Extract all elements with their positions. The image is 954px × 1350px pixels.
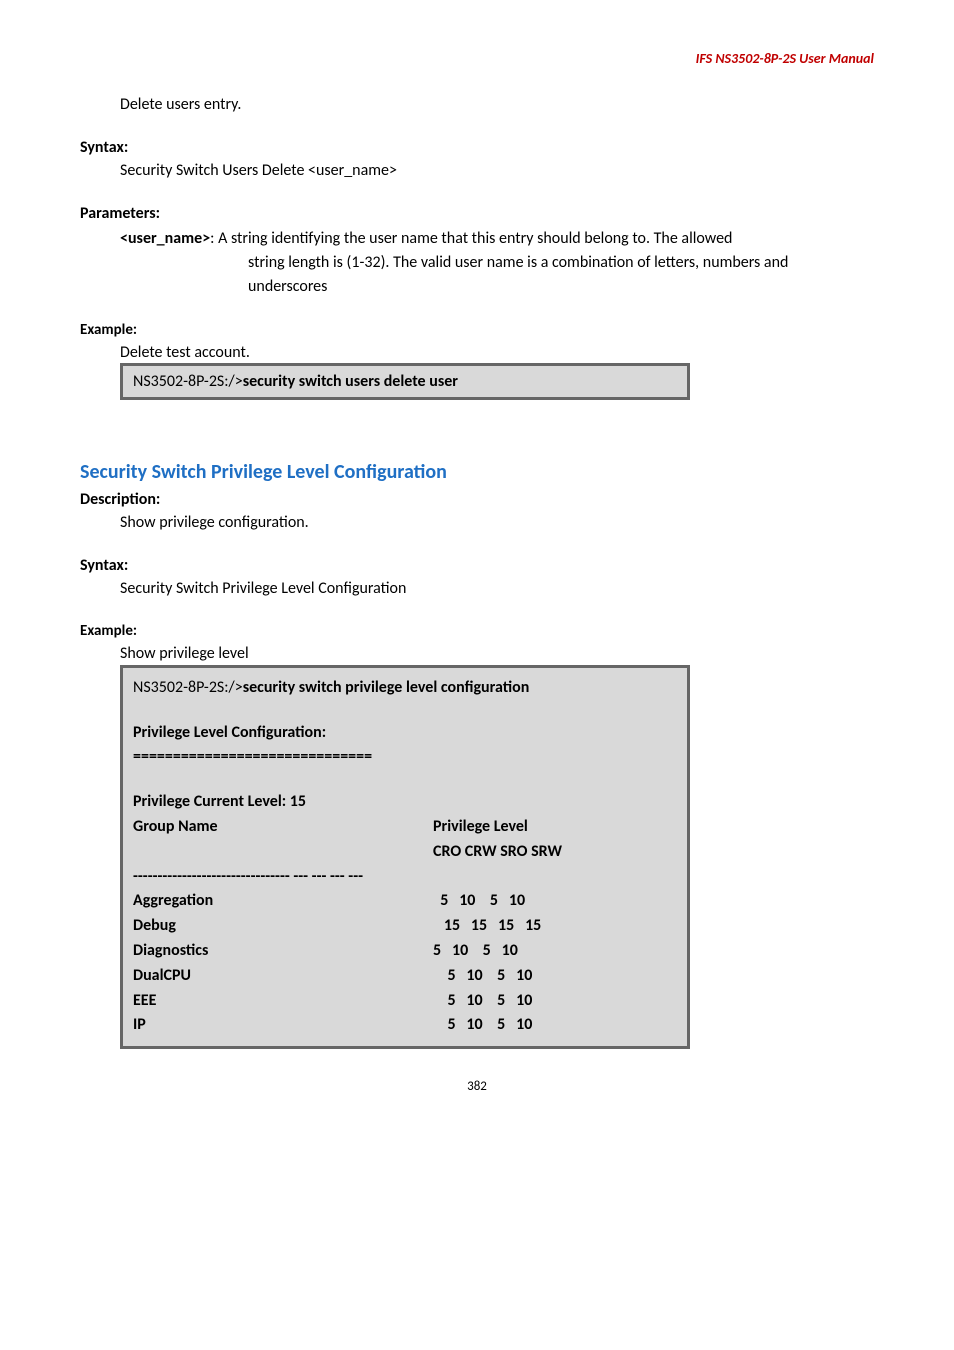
priv-heading-2: Privilege Current Level: 15 bbox=[133, 790, 677, 815]
table-row: Diagnostics 5 10 5 10 bbox=[133, 939, 677, 964]
example-label-2: Example: bbox=[80, 622, 874, 640]
col-group: Group Name bbox=[133, 815, 433, 840]
code-box-1: NS3502-8P-2S:/>security switch users del… bbox=[120, 363, 690, 400]
cmd-bold-1: security switch users delete user bbox=[243, 372, 458, 391]
example-text-2: Show privilege level bbox=[120, 644, 874, 665]
cmd-prefix-1: NS3502-8P-2S:/> bbox=[133, 372, 243, 391]
priv-dashline: -------------------------------- --- ---… bbox=[133, 865, 677, 890]
row-name: EEE bbox=[133, 989, 433, 1014]
section-title-2: Security Switch Privilege Level Configur… bbox=[80, 460, 874, 484]
row-vals: 5 10 5 10 bbox=[433, 1013, 677, 1038]
param-desc-1: : A string identifying the user name tha… bbox=[210, 229, 732, 248]
row-name: IP bbox=[133, 1013, 433, 1038]
syntax-label-2: Syntax: bbox=[80, 556, 874, 575]
page-number: 382 bbox=[80, 1079, 874, 1094]
table-row: DualCPU 5 10 5 10 bbox=[133, 964, 677, 989]
table-row: Aggregation 5 10 5 10 bbox=[133, 889, 677, 914]
cmd-prefix-2: NS3502-8P-2S:/> bbox=[133, 678, 243, 697]
description-text-2: Show privilege configuration. bbox=[120, 513, 874, 534]
row-name: Diagnostics bbox=[133, 939, 433, 964]
table-row: Debug 15 15 15 15 bbox=[133, 914, 677, 939]
row-name: Aggregation bbox=[133, 889, 433, 914]
row-vals: 5 10 5 10 bbox=[433, 889, 677, 914]
param-desc-3: underscores bbox=[248, 275, 874, 299]
row-vals: 5 10 5 10 bbox=[433, 964, 677, 989]
row-name: DualCPU bbox=[133, 964, 433, 989]
row-vals: 15 15 15 15 bbox=[433, 914, 677, 939]
priv-heading-1: Privilege Level Configuration: bbox=[133, 721, 677, 746]
row-name: Debug bbox=[133, 914, 433, 939]
priv-eqline: ============================== bbox=[133, 745, 677, 770]
privilege-output-box: NS3502-8P-2S:/>security switch privilege… bbox=[120, 665, 690, 1049]
example-label-1: Example: bbox=[80, 321, 874, 339]
cmd-bold-2: security switch privilege level configur… bbox=[243, 678, 530, 697]
example-text-1: Delete test account. bbox=[120, 343, 874, 364]
intro-text: Delete users entry. bbox=[120, 95, 874, 116]
table-row: IP 5 10 5 10 bbox=[133, 1013, 677, 1038]
syntax-text: Security Switch Users Delete <user_name> bbox=[120, 161, 874, 182]
row-vals: 5 10 5 10 bbox=[433, 989, 677, 1014]
param-desc-2: string length is (1-32). The valid user … bbox=[248, 251, 874, 275]
col-sub: CRO CRW SRO SRW bbox=[433, 840, 677, 865]
parameters-label: Parameters: bbox=[80, 204, 874, 223]
page-header: IFS NS3502-8P-2S User Manual bbox=[80, 50, 874, 67]
row-vals: 5 10 5 10 bbox=[433, 939, 677, 964]
syntax-label: Syntax: bbox=[80, 138, 874, 157]
table-row: EEE 5 10 5 10 bbox=[133, 989, 677, 1014]
parameter-entry: <user_name>: A string identifying the us… bbox=[120, 227, 874, 299]
description-label-2: Description: bbox=[80, 490, 874, 509]
param-name: <user_name> bbox=[120, 229, 210, 248]
syntax-text-2: Security Switch Privilege Level Configur… bbox=[120, 579, 874, 600]
col-priv: Privilege Level bbox=[433, 815, 677, 840]
